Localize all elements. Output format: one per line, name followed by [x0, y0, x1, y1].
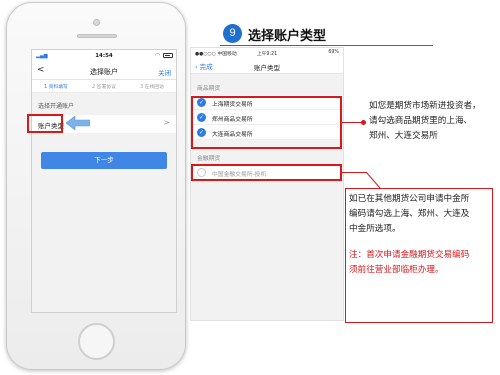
panel-title: 账户类型 — [254, 64, 280, 72]
note-line: 郑州、大连交易所 — [369, 131, 438, 141]
phone-speaker — [77, 34, 117, 38]
panel-nav-bar: ‹ 完成 账户类型 — [191, 58, 343, 74]
battery-icon — [163, 53, 173, 58]
status-bar: ▂▄▆ 14:54 ◠ — [32, 50, 176, 62]
wifi-icon: ◠ — [154, 52, 160, 59]
battery-level: 69% — [328, 50, 339, 55]
note-line: 注：首次申请金融期货交易编码 — [349, 250, 470, 260]
phone-mockup: ▂▄▆ 14:54 ◠ < 选择账户 关闭 1 资料填写 2 签署协议 3 在线… — [6, 2, 186, 370]
step-number-badge: 9 — [223, 24, 242, 43]
chevron-right-icon: > — [163, 118, 170, 127]
highlight-box-account-type — [27, 114, 63, 133]
step-indicator: 1 资料填写 2 签署协议 3 在线回访 — [32, 80, 176, 93]
note-line: 请勾选商品期货里的上海、 — [369, 116, 473, 126]
note-existing-code: 如已在其他期货公司申请中金所 编码请勾选上海、郑州、大连及 中金所选项。 — [349, 192, 469, 237]
page-title: 选择账户 — [90, 68, 118, 76]
home-button — [78, 323, 115, 360]
connector-line-2 — [342, 172, 367, 173]
title-underline — [220, 45, 433, 46]
phone-screen: ▂▄▆ 14:54 ◠ < 选择账户 关闭 1 资料填写 2 签署协议 3 在线… — [31, 49, 177, 313]
step-3: 3 在线回访 — [140, 84, 164, 90]
account-type-screen: ●●○○○ 中国移动 上午9:21 69% ‹ 完成 账户类型 商品期货 ✓ 上… — [190, 47, 344, 321]
panel-time: 上午9:21 — [256, 52, 278, 57]
group-header-commodity: 商品期货 — [197, 86, 221, 92]
nav-bar: < 选择账户 关闭 — [32, 62, 176, 80]
highlight-box-commodity — [191, 96, 342, 149]
note-new-investor: 如您是期货市场新进投资者， 请勾选商品期货里的上海、 郑州、大连交易所 — [369, 99, 481, 144]
highlight-box-financial — [191, 164, 342, 181]
note-line: 中金所选项。 — [349, 224, 401, 234]
note-line: 须前往营业部临柜办理。 — [349, 265, 444, 275]
note-line: 如您是期货市场新进投资者， — [369, 101, 481, 111]
section-title: 选择开通账户 — [38, 103, 75, 110]
connector-dot-1 — [361, 120, 366, 125]
note-line: 如已在其他期货公司申请中金所 — [349, 194, 470, 204]
step-1: 1 资料填写 — [44, 84, 68, 90]
step-2: 2 签署协议 — [92, 84, 116, 90]
next-button[interactable]: 下一步 — [41, 152, 167, 169]
phone-camera — [93, 19, 100, 26]
panel-status-bar: ●●○○○ 中国移动 上午9:21 69% — [191, 48, 343, 58]
close-button[interactable]: 关闭 — [158, 67, 171, 77]
note-warning: 注：首次申请金融期货交易编码 须前往营业部临柜办理。 — [349, 248, 469, 278]
connector-diagonal — [366, 171, 381, 189]
arrow-left-icon — [66, 116, 90, 130]
note-line: 编码请勾选上海、郑州、大连及 — [349, 209, 470, 219]
step-title: 选择账户类型 — [248, 29, 327, 44]
